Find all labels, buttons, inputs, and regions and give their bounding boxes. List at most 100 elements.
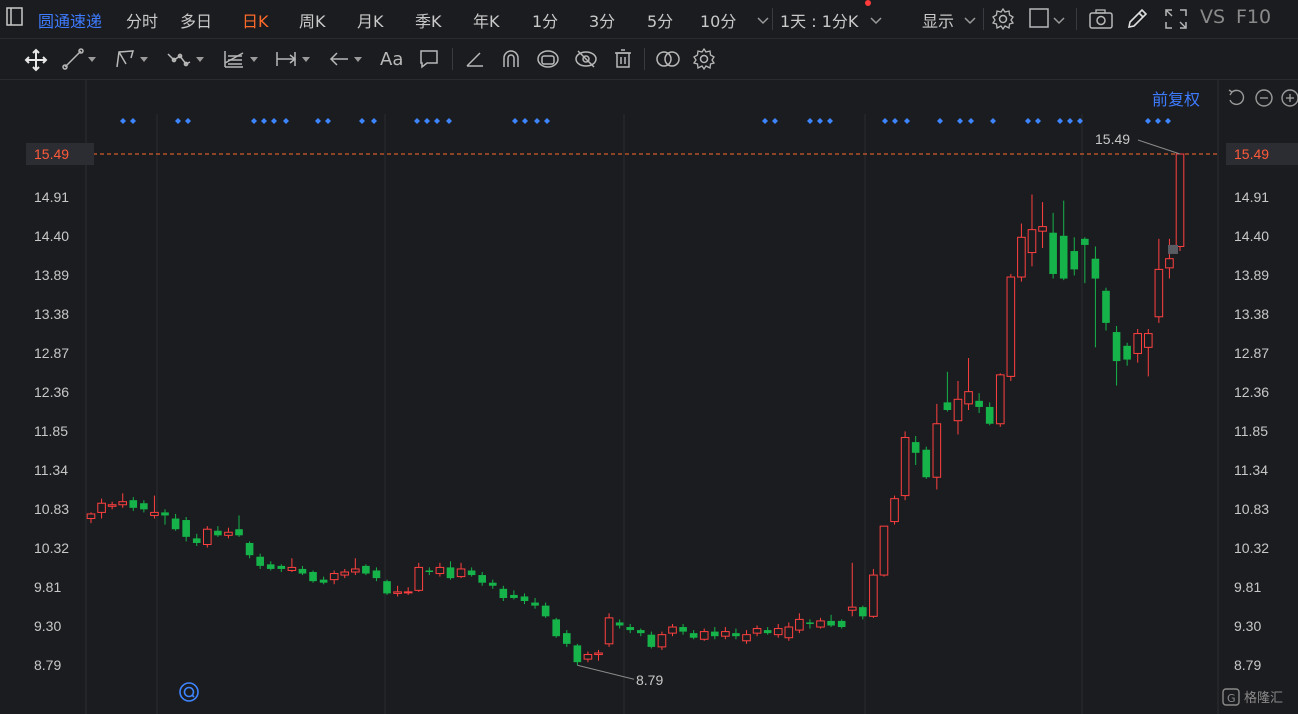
- candle-body-up: [583, 654, 593, 660]
- more-periods-chevron-icon[interactable]: [757, 11, 769, 30]
- tab-3min[interactable]: 3分: [589, 8, 615, 32]
- event-marker-icon: [762, 118, 768, 124]
- candle-body-down: [510, 594, 518, 598]
- candle-body-up: [329, 573, 339, 581]
- tab-monthly-k[interactable]: 月K: [357, 8, 384, 32]
- camera-icon[interactable]: [1088, 8, 1114, 34]
- candle-body-up: [351, 568, 360, 573]
- y-tick-label: 14.91: [34, 189, 70, 206]
- layout-chevron-icon[interactable]: [1053, 11, 1065, 30]
- candle-body-down: [1091, 258, 1100, 279]
- stock-name[interactable]: 圆通速递: [38, 8, 102, 32]
- candle-body-up: [287, 566, 297, 571]
- f10-button[interactable]: F10: [1236, 6, 1271, 28]
- candle-body-down: [214, 530, 222, 536]
- toolbar-settings-icon[interactable]: [692, 47, 716, 71]
- reset-icon[interactable]: [1226, 88, 1246, 112]
- candle-body-down: [446, 567, 455, 579]
- candle-body-down: [806, 622, 814, 624]
- compare-circles-icon[interactable]: [654, 47, 682, 71]
- event-marker-icon: [359, 118, 365, 124]
- move-cross-icon[interactable]: [24, 48, 48, 72]
- y-tick-label: 13.38: [1234, 306, 1270, 323]
- period-select[interactable]: 1天 : 1分K: [780, 8, 858, 32]
- zoom-in-icon[interactable]: [1280, 88, 1298, 112]
- comment-icon[interactable]: [418, 47, 440, 71]
- y-tick-label: 10.83: [34, 501, 70, 518]
- y-tick-label: 9.30: [1234, 618, 1262, 635]
- fullscreen-icon[interactable]: [1164, 8, 1188, 34]
- arrow-tool-icon[interactable]: [328, 47, 362, 71]
- vs-compare-button[interactable]: VS: [1200, 6, 1225, 28]
- search-circle-icon[interactable]: [178, 681, 200, 707]
- candle-body-down: [235, 529, 243, 536]
- channel-tool-icon[interactable]: [114, 47, 148, 71]
- sidebar-toggle-icon[interactable]: [6, 7, 24, 31]
- event-marker-icon: [130, 118, 136, 124]
- candle-body-up: [1133, 333, 1143, 354]
- divider: [1076, 8, 1077, 30]
- candle-body-down: [1081, 238, 1089, 245]
- measure-tool-icon[interactable]: [274, 47, 310, 71]
- candle-body-up: [414, 566, 424, 591]
- candle-body-up: [795, 618, 804, 631]
- event-marker-icon: [371, 118, 377, 124]
- event-marker-icon: [1057, 118, 1063, 124]
- tab-10min[interactable]: 10分: [700, 8, 736, 32]
- candle-body-down: [1070, 251, 1079, 270]
- pencil-icon[interactable]: [1126, 8, 1150, 34]
- adjusted-price-toggle[interactable]: 前复权: [1152, 86, 1200, 110]
- candle-body-down: [520, 596, 529, 602]
- layout-square-icon[interactable]: [1029, 8, 1051, 32]
- zoom-out-icon[interactable]: [1254, 88, 1274, 112]
- hide-drawings-icon[interactable]: [574, 47, 598, 71]
- trash-icon[interactable]: [612, 47, 634, 71]
- tab-fenshi[interactable]: 分时: [126, 8, 158, 32]
- candle-body-down: [732, 633, 740, 637]
- event-marker-icon: [882, 118, 888, 124]
- tab-multiday[interactable]: 多日: [180, 8, 212, 32]
- candle-body-up: [879, 525, 889, 576]
- magnet-icon[interactable]: [500, 47, 522, 71]
- event-marker-icon: [1035, 118, 1041, 124]
- period-chevron-icon[interactable]: [870, 11, 882, 30]
- candle-body-up: [393, 591, 402, 594]
- y-tick-label: 8.79: [1234, 657, 1262, 673]
- fibonacci-tool-icon[interactable]: [222, 47, 258, 71]
- candle-body-down: [689, 633, 698, 638]
- tab-yearly-k[interactable]: 年K: [473, 8, 500, 32]
- candle-body-up: [773, 628, 783, 636]
- settings-gear-icon[interactable]: [991, 7, 1015, 35]
- candle-body-down: [319, 579, 328, 583]
- event-marker-icon: [522, 118, 528, 124]
- candle-body-down: [911, 442, 920, 453]
- y-tick-label: 12.87: [1234, 345, 1270, 362]
- event-marker-icon: [1025, 118, 1031, 124]
- wave-tool-icon[interactable]: [166, 47, 204, 71]
- candlestick-chart[interactable]: 15.49 8.79: [0, 80, 1298, 714]
- high-annotation-label: 15.49: [1095, 131, 1130, 147]
- lock-drawings-icon[interactable]: [536, 47, 560, 71]
- candle-body-down: [383, 581, 391, 594]
- candle-body-up: [1006, 276, 1016, 377]
- event-marker-icon: [120, 118, 126, 124]
- candle-body-up: [742, 634, 751, 642]
- display-chevron-icon[interactable]: [964, 11, 976, 30]
- tab-quarterly-k[interactable]: 季K: [415, 8, 442, 32]
- line-tool-icon[interactable]: [62, 47, 96, 71]
- candle-body-up: [869, 574, 878, 617]
- y-tick-label: 9.81: [1234, 579, 1262, 596]
- event-marker-icon: [271, 118, 277, 124]
- event-marker-icon: [434, 118, 440, 124]
- tab-5min[interactable]: 5分: [647, 8, 673, 32]
- candle-body-up: [340, 571, 350, 576]
- tab-1min[interactable]: 1分: [532, 8, 558, 32]
- display-menu[interactable]: 显示: [922, 8, 954, 32]
- event-marker-icon: [817, 118, 823, 124]
- angle-tool-icon[interactable]: [464, 47, 486, 71]
- event-marker-icon: [957, 118, 963, 124]
- tab-weekly-k[interactable]: 周K: [299, 8, 326, 32]
- candle-body-down: [975, 400, 983, 407]
- text-tool[interactable]: Aa: [380, 47, 403, 71]
- tab-daily-k[interactable]: 日K: [242, 8, 269, 32]
